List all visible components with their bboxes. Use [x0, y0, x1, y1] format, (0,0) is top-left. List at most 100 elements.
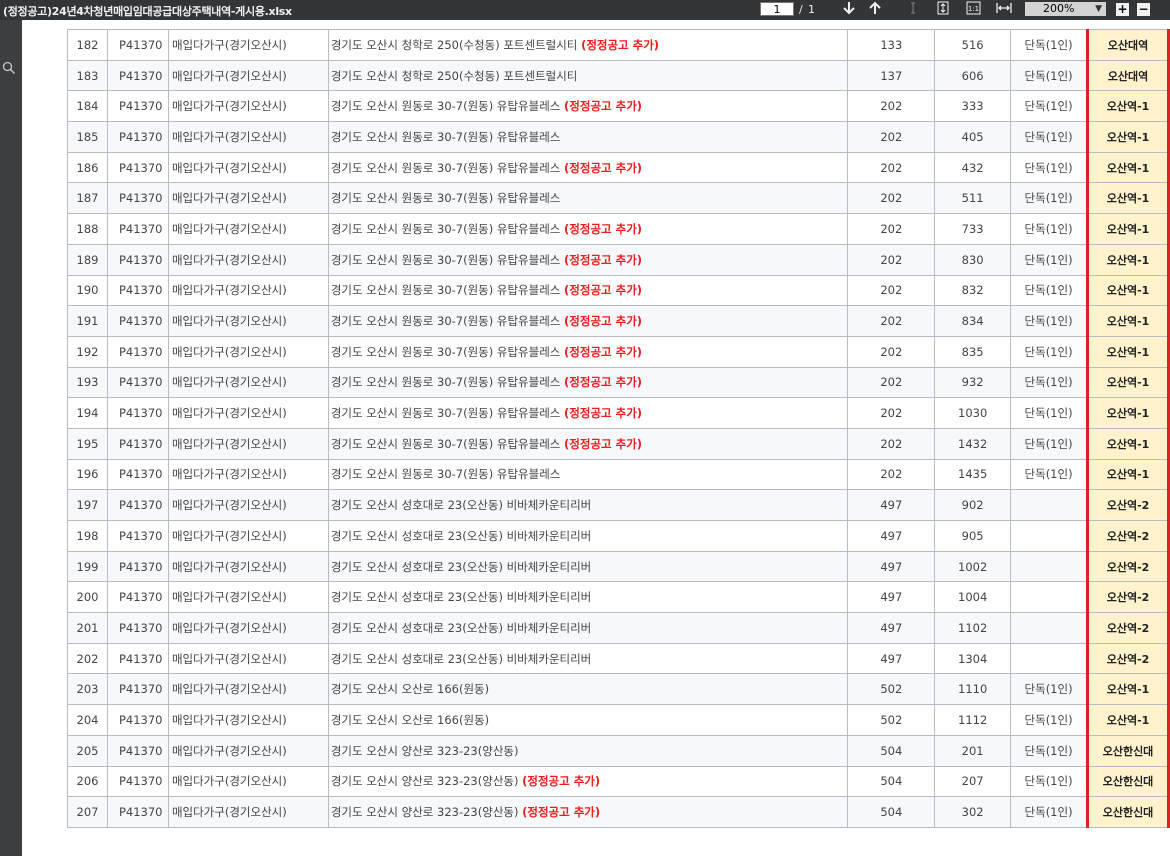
correction-note: (정정공고 추가) [564, 99, 643, 114]
household-cell: 단독(1인) [1010, 59, 1089, 92]
address-text: 경기도 오산시 성호대로 23(오산동) 비바체카운티리버 [330, 559, 592, 574]
correction-note: (정정공고 추가) [564, 406, 643, 421]
correction-note: (정정공고 추가) [564, 375, 643, 390]
text-cursor-icon[interactable] [908, 1, 918, 18]
building-cell: 497 [847, 612, 936, 644]
building-cell: 502 [847, 704, 936, 736]
area-cell: 오산역-1 [1086, 121, 1170, 153]
table-row: 185 P41370 매입다가구(경기오산시) 경기도 오산시 원동로 30-7(원동… [67, 121, 1170, 153]
area-cell: 오산역-1 [1086, 335, 1170, 368]
type-cell: 매입다가구(경기오산시) [167, 765, 329, 798]
zoom-select[interactable]: 200% ▼ [1025, 2, 1106, 16]
address-cell: 경기도 오산시 원동로 30-7(원동) 유탑유블레스 (정정공고 추가) [327, 366, 849, 399]
fit-height-icon[interactable] [936, 1, 950, 18]
address-text: 경기도 오산시 성호대로 23(오산동) 비바체카운티리버 [330, 498, 592, 513]
area-cell: 오산역-1 [1086, 673, 1170, 706]
address-cell: 경기도 오산시 양산로 323-23(양산동) (정정공고 추가) [327, 796, 849, 828]
row-number-cell: 192 [67, 335, 108, 368]
household-cell: 단독(1인) [1010, 182, 1089, 215]
type-cell: 매입다가구(경기오산시) [167, 642, 329, 675]
unit-cell: 830 [934, 243, 1012, 276]
code-cell: P41370 [106, 90, 169, 123]
area-cell: 오산한신대 [1086, 734, 1170, 767]
type-cell: 매입다가구(경기오산시) [167, 427, 329, 460]
type-cell: 매입다가구(경기오산시) [167, 397, 329, 429]
household-cell [1010, 550, 1089, 583]
area-cell: 오산역-2 [1086, 489, 1170, 521]
actual-size-icon[interactable]: 1:1 [965, 1, 981, 18]
address-cell: 경기도 오산시 원동로 30-7(원동) 유탑유블레스 (정정공고 추가) [327, 213, 849, 245]
address-text: 경기도 오산시 원동로 30-7(원동) 유탑유블레스 [330, 344, 561, 359]
address-cell: 경기도 오산시 청학로 250(수청동) 포트센트럴시티 (정정공고 추가) [327, 29, 849, 61]
building-cell: 202 [847, 151, 936, 184]
search-icon[interactable] [2, 60, 16, 75]
row-number-cell: 197 [67, 489, 108, 521]
down-arrow-icon[interactable] [842, 1, 856, 18]
address-cell: 경기도 오산시 원동로 30-7(원동) 유탑유블레스 (정정공고 추가) [327, 151, 849, 184]
table-row: 196 P41370 매입다가구(경기오산시) 경기도 오산시 원동로 30-7(원동… [67, 458, 1170, 491]
table-row: 184 P41370 매입다가구(경기오산시) 경기도 오산시 원동로 30-7(원동… [67, 90, 1170, 123]
building-cell: 497 [847, 581, 936, 614]
row-number-cell: 194 [67, 397, 108, 429]
area-cell: 오산역-1 [1086, 366, 1170, 399]
unit-cell: 207 [934, 765, 1012, 798]
code-cell: P41370 [106, 274, 169, 307]
address-text: 경기도 오산시 원동로 30-7(원동) 유탑유블레스 [330, 314, 561, 329]
row-number-cell: 198 [67, 520, 108, 552]
table-row: 195 P41370 매입다가구(경기오산시) 경기도 오산시 원동로 30-7(원동… [67, 427, 1170, 460]
unit-cell: 832 [934, 274, 1012, 307]
household-cell: 단독(1인) [1010, 458, 1089, 491]
address-cell: 경기도 오산시 성호대로 23(오산동) 비바체카운티리버 [327, 642, 849, 675]
code-cell: P41370 [106, 458, 169, 491]
unit-cell: 905 [934, 520, 1012, 552]
unit-cell: 516 [934, 29, 1012, 61]
table-row: 189 P41370 매입다가구(경기오산시) 경기도 오산시 원동로 30-7(원동… [67, 243, 1170, 276]
address-text: 경기도 오산시 오산로 166(원동) [330, 712, 490, 727]
code-cell: P41370 [106, 213, 169, 245]
row-number-cell: 191 [67, 305, 108, 337]
table-row: 203 P41370 매입다가구(경기오산시) 경기도 오산시 오산로 166(원동)… [67, 673, 1170, 706]
household-cell: 단독(1인) [1010, 305, 1089, 337]
building-cell: 202 [847, 366, 936, 399]
code-cell: P41370 [106, 121, 169, 153]
household-cell [1010, 612, 1089, 644]
unit-cell: 902 [934, 489, 1012, 521]
household-cell [1010, 581, 1089, 614]
household-cell: 단독(1인) [1010, 274, 1089, 307]
code-cell: P41370 [106, 796, 169, 828]
code-cell: P41370 [106, 59, 169, 92]
building-cell: 504 [847, 734, 936, 767]
zoom-out-icon[interactable]: − [1137, 3, 1150, 16]
page-number-input[interactable]: 1 [760, 2, 794, 16]
zoom-in-icon[interactable]: + [1116, 3, 1129, 16]
address-text: 경기도 오산시 원동로 30-7(원동) 유탑유블레스 [330, 375, 561, 390]
correction-note: (정정공고 추가) [522, 805, 601, 820]
unit-cell: 1112 [934, 704, 1012, 736]
up-arrow-icon[interactable] [868, 1, 882, 18]
unit-cell: 1002 [934, 550, 1012, 583]
table-row: 187 P41370 매입다가구(경기오산시) 경기도 오산시 원동로 30-7(원동… [67, 182, 1170, 215]
area-cell: 오산역-2 [1086, 612, 1170, 644]
type-cell: 매입다가구(경기오산시) [167, 182, 329, 215]
household-cell [1010, 520, 1089, 552]
fit-width-icon[interactable] [996, 1, 1012, 18]
row-number-cell: 190 [67, 274, 108, 307]
table-row: 192 P41370 매입다가구(경기오산시) 경기도 오산시 원동로 30-7(원동… [67, 335, 1170, 368]
row-number-cell: 195 [67, 427, 108, 460]
address-text: 경기도 오산시 원동로 30-7(원동) 유탑유블레스 [330, 252, 561, 267]
address-cell: 경기도 오산시 원동로 30-7(원동) 유탑유블레스 (정정공고 추가) [327, 305, 849, 337]
unit-cell: 511 [934, 182, 1012, 215]
address-text: 경기도 오산시 성호대로 23(오산동) 비바체카운티리버 [330, 620, 592, 635]
address-cell: 경기도 오산시 원동로 30-7(원동) 유탑유블레스 (정정공고 추가) [327, 427, 849, 460]
building-cell: 202 [847, 213, 936, 245]
unit-cell: 1110 [934, 673, 1012, 706]
row-number-cell: 207 [67, 796, 108, 828]
address-text: 경기도 오산시 양산로 323-23(양산동) [330, 805, 519, 820]
unit-cell: 1102 [934, 612, 1012, 644]
household-cell: 단독(1인) [1010, 397, 1089, 429]
area-cell: 오산역-1 [1086, 397, 1170, 429]
type-cell: 매입다가구(경기오산시) [167, 151, 329, 184]
correction-note: (정정공고 추가) [564, 344, 643, 359]
area-cell: 오산역-1 [1086, 182, 1170, 215]
household-cell: 단독(1인) [1010, 121, 1089, 153]
